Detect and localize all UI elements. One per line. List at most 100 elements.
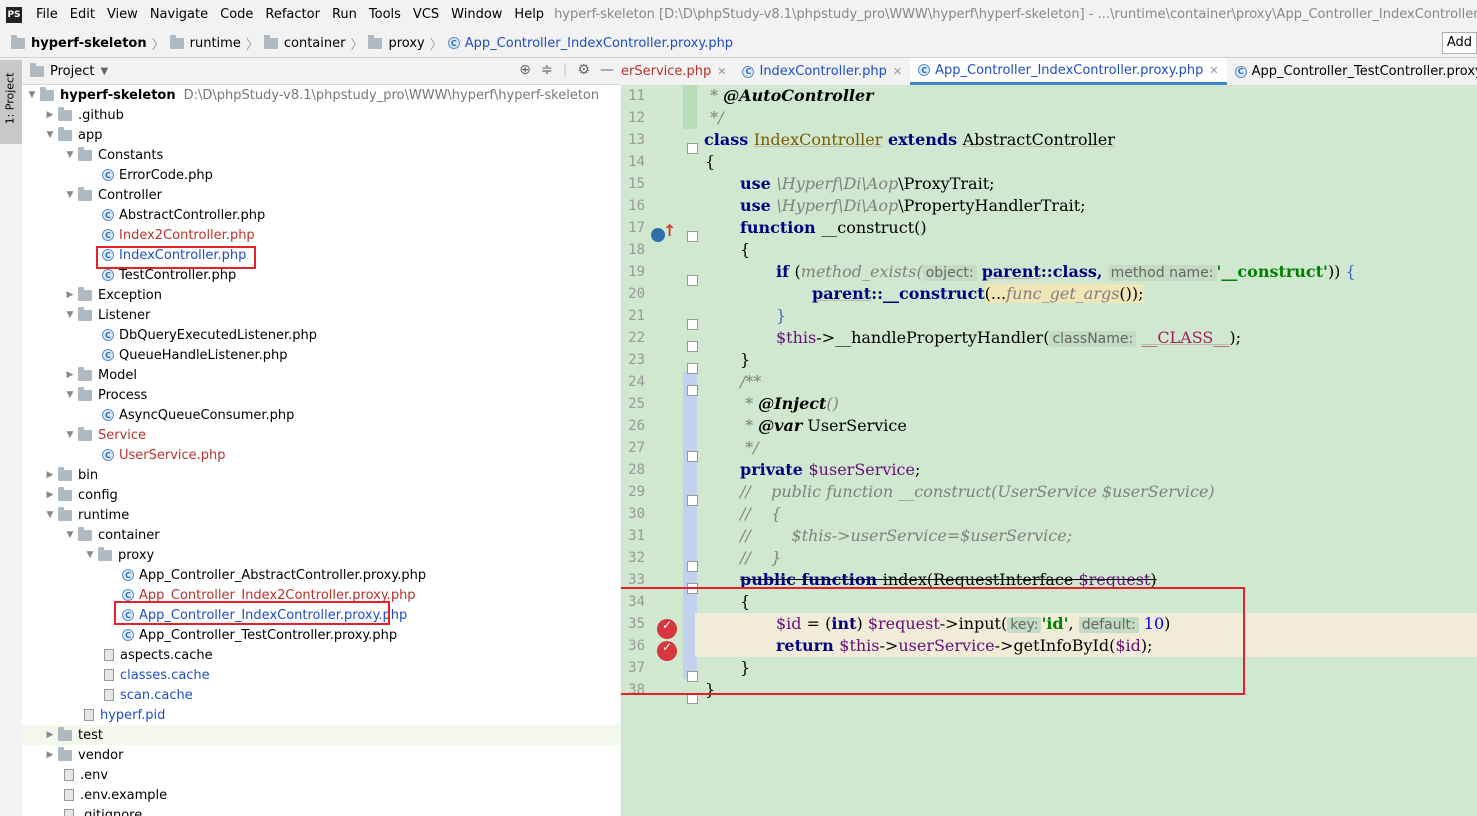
- tree-item-aspects-cache[interactable]: aspects.cache: [22, 645, 620, 665]
- expand-arrow-icon[interactable]: ▼: [82, 550, 98, 560]
- expand-arrow-icon[interactable]: ▼: [62, 150, 78, 160]
- menu-vcs[interactable]: VCS: [407, 7, 445, 22]
- vcs-added-marker[interactable]: [683, 85, 697, 129]
- collapse-arrow-icon[interactable]: ▶: [42, 110, 58, 120]
- tree-item-queuehandlelistener[interactable]: C QueueHandleListener.php: [22, 345, 620, 365]
- tab-indexcontroller[interactable]: C IndexController.php ✕: [734, 58, 910, 85]
- breadcrumb-item-proxy[interactable]: proxy: [365, 34, 427, 51]
- fold-marker-icon[interactable]: [687, 143, 698, 154]
- collapse-arrow-icon[interactable]: ▶: [42, 730, 58, 740]
- hide-panel-icon[interactable]: —: [600, 62, 614, 78]
- collapse-arrow-icon[interactable]: ▶: [62, 290, 78, 300]
- expand-arrow-icon[interactable]: ▼: [62, 390, 78, 400]
- tree-item-gitignore[interactable]: .gitignore: [22, 805, 620, 816]
- tree-item-env[interactable]: .env: [22, 765, 620, 785]
- expand-arrow-icon[interactable]: ▼: [62, 530, 78, 540]
- tree-item-github[interactable]: ▶ .github: [22, 105, 620, 125]
- menu-window[interactable]: Window: [445, 7, 508, 22]
- menu-file[interactable]: File: [30, 7, 64, 22]
- gear-icon[interactable]: ⚙: [577, 62, 590, 78]
- project-tool-tab[interactable]: 1: Project: [0, 60, 22, 144]
- menu-tools[interactable]: Tools: [363, 7, 407, 22]
- tree-item-app[interactable]: ▼ app: [22, 125, 620, 145]
- tree-item-proxy-test[interactable]: C App_Controller_TestController.proxy.php: [22, 625, 620, 645]
- tree-item-scan-cache[interactable]: scan.cache: [22, 685, 620, 705]
- tree-item-model[interactable]: ▶ Model: [22, 365, 620, 385]
- tree-item-hyperf-pid[interactable]: hyperf.pid: [22, 705, 620, 725]
- tree-item-process[interactable]: ▼ Process: [22, 385, 620, 405]
- collapse-arrow-icon[interactable]: ▶: [62, 370, 78, 380]
- menu-run[interactable]: Run: [326, 7, 363, 22]
- project-view-selector[interactable]: Project ▼: [30, 62, 108, 79]
- breadcrumb-item-file[interactable]: C App_Controller_IndexController.proxy.p…: [445, 36, 736, 51]
- tree-item-container[interactable]: ▼ container: [22, 525, 620, 545]
- breadcrumb-item-container[interactable]: container: [261, 34, 349, 51]
- tree-item-index2controller[interactable]: C Index2Controller.php: [22, 225, 620, 245]
- tree-item-abstractcontroller[interactable]: C AbstractController.php: [22, 205, 620, 225]
- expand-arrow-icon[interactable]: ▼: [42, 130, 58, 140]
- expand-arrow-icon[interactable]: ▼: [62, 190, 78, 200]
- fold-marker-icon[interactable]: [687, 385, 698, 396]
- tree-item-runtime[interactable]: ▼ runtime: [22, 505, 620, 525]
- php-class-icon: C: [102, 409, 114, 421]
- collapse-arrow-icon[interactable]: ▶: [42, 750, 58, 760]
- tree-item-classes-cache[interactable]: classes.cache: [22, 665, 620, 685]
- fold-marker-icon[interactable]: [687, 561, 698, 572]
- collapse-arrow-icon[interactable]: ▶: [42, 490, 58, 500]
- add-configuration-button[interactable]: Add: [1441, 32, 1477, 54]
- menu-navigate[interactable]: Navigate: [144, 7, 214, 22]
- tree-item-userservice[interactable]: C UserService.php: [22, 445, 620, 465]
- menu-bar: PS File Edit View Navigate Code Refactor…: [0, 0, 1477, 29]
- tree-item-proxy[interactable]: ▼ proxy: [22, 545, 620, 565]
- breadcrumb-item-project[interactable]: hyperf-skeleton: [8, 34, 150, 51]
- menu-help[interactable]: Help: [508, 7, 550, 22]
- fold-marker-icon[interactable]: [687, 363, 698, 374]
- fold-marker-icon[interactable]: [687, 495, 698, 506]
- expand-arrow-icon[interactable]: ▼: [42, 510, 58, 520]
- expand-arrow-icon[interactable]: ▼: [24, 90, 40, 100]
- fold-marker-icon[interactable]: [687, 319, 698, 330]
- breadcrumb-item-runtime[interactable]: runtime: [167, 34, 244, 51]
- code-editor[interactable]: 11 12 13 14 15 16 17 18 19 20 21 22 23 2…: [621, 85, 1477, 816]
- tree-item-config[interactable]: ▶ config: [22, 485, 620, 505]
- tree-item-errorcode[interactable]: C ErrorCode.php: [22, 165, 620, 185]
- tree-item-service[interactable]: ▼ Service: [22, 425, 620, 445]
- menu-edit[interactable]: Edit: [64, 7, 101, 22]
- tree-item-listener[interactable]: ▼ Listener: [22, 305, 620, 325]
- expand-arrow-icon[interactable]: ▼: [62, 310, 78, 320]
- fold-marker-icon[interactable]: [687, 341, 698, 352]
- fold-marker-icon[interactable]: [687, 275, 698, 286]
- tree-item-env-example[interactable]: .env.example: [22, 785, 620, 805]
- tree-item-test[interactable]: ▶ test: [22, 725, 620, 745]
- tree-item-proxy-abstract[interactable]: C App_Controller_AbstractController.proxy…: [22, 565, 620, 585]
- close-icon[interactable]: ✕: [717, 65, 726, 78]
- menu-code[interactable]: Code: [214, 7, 259, 22]
- close-icon[interactable]: ✕: [1209, 64, 1218, 77]
- close-icon[interactable]: ✕: [893, 65, 902, 78]
- tree-item-constants[interactable]: ▼ Constants: [22, 145, 620, 165]
- collapse-all-icon[interactable]: ≑: [541, 62, 553, 78]
- tree-item-dbquerylistener[interactable]: C DbQueryExecutedListener.php: [22, 325, 620, 345]
- tab-userservice[interactable]: erService.php ✕: [621, 58, 734, 85]
- expand-arrow-icon[interactable]: ▼: [62, 430, 78, 440]
- tree-root[interactable]: ▼ hyperf-skeleton D:\D\phpStudy-v8.1\php…: [22, 85, 620, 105]
- menu-refactor[interactable]: Refactor: [259, 7, 326, 22]
- tree-item-label: runtime: [78, 507, 130, 523]
- locate-file-icon[interactable]: ⊕: [519, 62, 531, 78]
- tree-item-bin[interactable]: ▶ bin: [22, 465, 620, 485]
- tree-item-asyncqueueconsumer[interactable]: C AsyncQueueConsumer.php: [22, 405, 620, 425]
- tree-item-controller[interactable]: ▼ Controller: [22, 185, 620, 205]
- code-line-28: private $userService;: [740, 460, 921, 479]
- collapse-arrow-icon[interactable]: ▶: [42, 470, 58, 480]
- tab-proxy-index[interactable]: C App_Controller_IndexController.proxy.ph…: [910, 58, 1227, 85]
- text-file-icon: [104, 649, 114, 661]
- line-number: 22: [628, 330, 645, 346]
- fold-marker-icon[interactable]: [687, 231, 698, 242]
- fold-marker-icon[interactable]: [687, 451, 698, 462]
- tab-proxy-test[interactable]: C App_Controller_TestController.proxy.php…: [1227, 58, 1477, 85]
- tree-item-vendor[interactable]: ▶ vendor: [22, 745, 620, 765]
- tree-item-label: Process: [98, 387, 148, 403]
- tree-item-exception[interactable]: ▶ Exception: [22, 285, 620, 305]
- menu-view[interactable]: View: [101, 7, 144, 22]
- php-class-icon: C: [102, 269, 114, 281]
